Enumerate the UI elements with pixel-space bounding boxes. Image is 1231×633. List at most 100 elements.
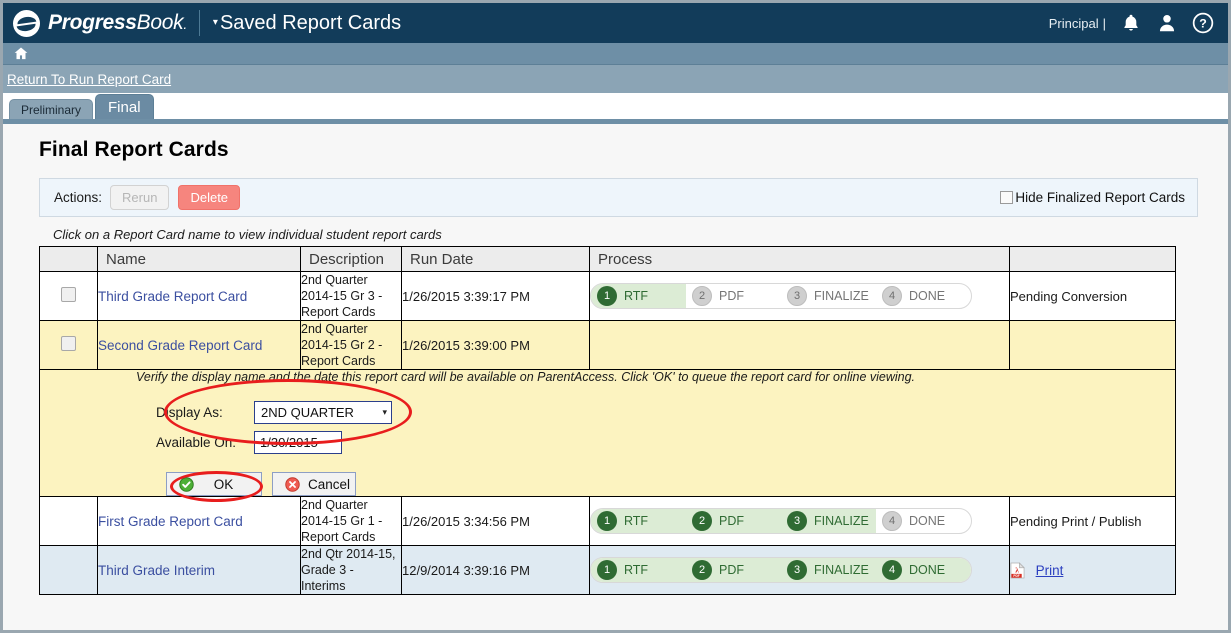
table-row[interactable]: Third Grade Interim 2nd Qtr 2014-15, Gra… (39, 545, 1176, 595)
row-name-cell[interactable]: Third Grade Report Card (97, 271, 301, 321)
tab-final[interactable]: Final (95, 94, 154, 119)
step-number-badge: 4 (882, 560, 902, 580)
display-as-select[interactable]: 2ND QUARTER ▾ (254, 400, 392, 424)
report-card-name-link[interactable]: Second Grade Report Card (98, 338, 262, 353)
row-name-cell[interactable]: First Grade Report Card (97, 496, 301, 546)
row-description: 2nd Quarter 2014-15 Gr 1 - Report Cards (301, 498, 383, 544)
page-title: Saved Report Cards (219, 11, 402, 34)
col-status (1009, 246, 1176, 272)
step-number-badge: 1 (597, 511, 617, 531)
col-run-date[interactable]: Run Date (401, 246, 590, 272)
page-heading: Final Report Cards (39, 138, 229, 161)
brand-light: Book (136, 11, 184, 34)
step-label: FINALIZE (814, 514, 869, 528)
table-row[interactable]: Second Grade Report Card 2nd Quarter 201… (39, 320, 1176, 370)
home-icon[interactable] (14, 47, 28, 60)
hide-finalized-box[interactable] (1000, 191, 1014, 204)
report-card-name-link[interactable]: Third Grade Report Card (98, 289, 247, 304)
chevron-down-icon[interactable]: ▾ (382, 407, 387, 418)
step-number-badge: 3 (787, 511, 807, 531)
row-description-cell: 2nd Quarter 2014-15 Gr 2 - Report Cards (300, 320, 402, 370)
print-link[interactable]: Print (1036, 563, 1064, 578)
verification-panel-row: Verify the display name and the date thi… (39, 369, 1176, 502)
available-on-input[interactable]: 1/30/2015 (254, 430, 342, 454)
check-circle-icon (179, 476, 194, 492)
ok-button[interactable]: OK (166, 472, 262, 496)
process-steps: 1 RTF 2 PDF 3 FINALIZE 4 DONE (591, 284, 971, 308)
step-label: RTF (624, 514, 649, 528)
report-card-name-link[interactable]: First Grade Report Card (98, 514, 243, 529)
nav-strip (3, 43, 1228, 65)
step-label: DONE (909, 514, 946, 528)
step-label: FINALIZE (814, 289, 869, 303)
row-checkbox[interactable] (61, 287, 76, 302)
available-on-label: Available On: (156, 434, 237, 450)
process-step-finalize: 3 FINALIZE (781, 511, 876, 531)
row-description-cell: 2nd Quarter 2014-15 Gr 1 - Report Cards (300, 496, 402, 546)
tab-preliminary[interactable]: Preliminary (9, 99, 94, 119)
col-select (39, 246, 98, 272)
brand-dot: . (183, 16, 187, 32)
row-status-cell: Pending Print / Publish (1009, 496, 1176, 546)
progressbook-logo[interactable]: ProgressBook. (13, 9, 187, 37)
process-steps: 1 RTF 2 PDF 3 FINALIZE 4 DONE (591, 509, 971, 533)
row-select-cell (39, 496, 98, 546)
row-name-cell[interactable]: Third Grade Interim (97, 545, 301, 595)
step-number-badge: 2 (692, 511, 712, 531)
brand-text: ProgressBook. (48, 11, 187, 35)
col-name[interactable]: Name (97, 246, 301, 272)
row-checkbox[interactable] (61, 336, 76, 351)
col-description[interactable]: Description (300, 246, 402, 272)
delete-button[interactable]: Delete (178, 185, 241, 210)
step-label: FINALIZE (814, 563, 869, 577)
step-number-badge: 3 (787, 286, 807, 306)
ok-button-label: OK (213, 476, 234, 492)
cancel-button-label: Cancel (308, 476, 351, 492)
report-cards-table: Name Description Run Date Process Third … (39, 246, 1176, 595)
row-rundate-cell: 1/26/2015 3:34:56 PM (401, 496, 590, 546)
row-select-cell[interactable] (39, 320, 98, 370)
step-number-badge: 1 (597, 560, 617, 580)
svg-text:?: ? (1199, 17, 1207, 31)
step-number-badge: 4 (882, 511, 902, 531)
row-process-cell: 1 RTF 2 PDF 3 FINALIZE 4 DONE (589, 545, 1010, 595)
display-as-label: Display As: (156, 404, 223, 420)
row-process-cell: 1 RTF 2 PDF 3 FINALIZE 4 DONE (589, 271, 1010, 321)
hide-finalized-checkbox[interactable]: Hide Finalized Report Cards (1000, 190, 1185, 205)
row-status: Pending Conversion (1010, 288, 1128, 304)
help-icon[interactable]: ? (1192, 12, 1214, 34)
process-pill: 1 RTF 2 PDF 3 FINALIZE 4 DONE (590, 283, 972, 309)
report-card-name-link[interactable]: Third Grade Interim (98, 563, 215, 578)
cancel-button[interactable]: Cancel (272, 472, 356, 496)
step-label: RTF (624, 563, 649, 577)
table-header-row: Name Description Run Date Process (39, 246, 1176, 272)
step-label: RTF (624, 289, 649, 303)
row-select-cell[interactable] (39, 271, 98, 321)
row-description-cell: 2nd Qtr 2014-15, Grade 3 - Interims (300, 545, 402, 595)
return-to-run-report-card-link[interactable]: Return To Run Report Card (7, 72, 171, 87)
table-row[interactable]: Third Grade Report Card 2nd Quarter 2014… (39, 271, 1176, 321)
bell-icon[interactable] (1120, 12, 1142, 34)
close-circle-icon (285, 476, 300, 492)
panel-form: Display As: 2ND QUARTER ▾ Available On: … (156, 398, 1175, 456)
header-divider (198, 10, 200, 36)
process-step-done: 4 DONE (876, 511, 971, 531)
progressbook-logo-icon (13, 9, 40, 37)
row-name-cell[interactable]: Second Grade Report Card (97, 320, 301, 370)
user-icon[interactable] (1156, 12, 1178, 34)
row-status: Pending Print / Publish (1010, 513, 1142, 529)
step-number-badge: 3 (787, 560, 807, 580)
display-as-value: 2ND QUARTER (261, 404, 354, 420)
process-steps: 1 RTF 2 PDF 3 FINALIZE 4 DONE (591, 558, 971, 582)
return-bar: Return To Run Report Card (3, 65, 1228, 93)
row-description: 2nd Quarter 2014-15 Gr 3 - Report Cards (301, 273, 383, 319)
table-body: Third Grade Report Card 2nd Quarter 2014… (39, 271, 1176, 595)
user-role-label: Principal (1048, 15, 1099, 31)
row-rundate-cell: 1/26/2015 3:39:00 PM (401, 320, 590, 370)
rerun-button[interactable]: Rerun (110, 185, 170, 210)
chevron-down-icon[interactable]: ▾ (213, 18, 218, 28)
row-status-cell: Pending Conversion (1009, 271, 1176, 321)
col-process[interactable]: Process (589, 246, 1010, 272)
tab-strip: Preliminary Final (3, 93, 1228, 119)
table-row[interactable]: First Grade Report Card 2nd Quarter 2014… (39, 496, 1176, 546)
